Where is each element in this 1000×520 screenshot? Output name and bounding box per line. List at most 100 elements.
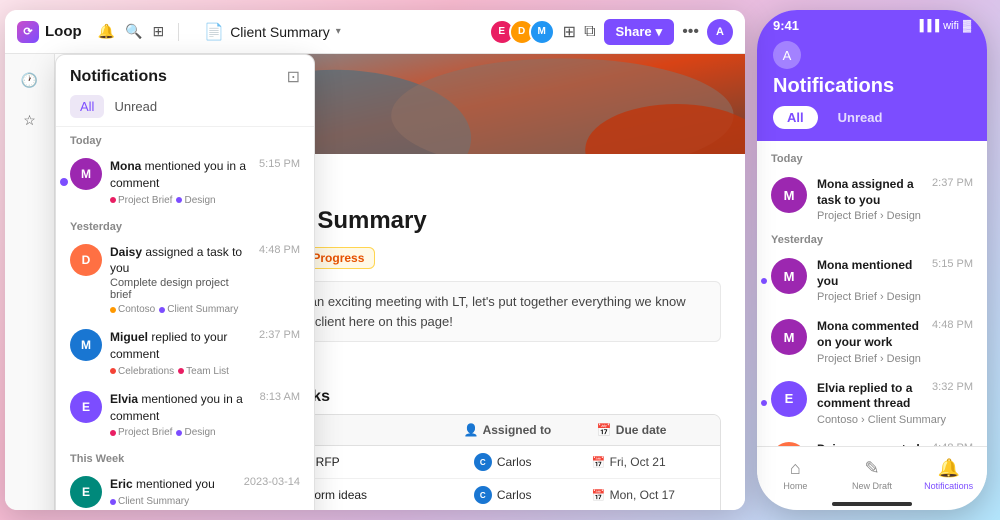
phone-av-elvia: E xyxy=(771,381,807,417)
phone-av-mona: M xyxy=(771,177,807,213)
notif-tag-teamlist: Team List xyxy=(178,366,229,377)
notif-avatar-miguel: M xyxy=(70,329,102,361)
phone-notif-text-daisy: Daisy commented on your work xyxy=(817,442,928,446)
notif-text-elvia: Elvia mentioned you in a comment xyxy=(110,391,252,425)
task-due-1: 📅 Mon, Oct 17 xyxy=(592,488,710,502)
cal-icon-1: 📅 xyxy=(592,489,606,502)
phone-av-daisy: D xyxy=(771,442,807,446)
notif-body-mona: Mona mentioned you in a comment Project … xyxy=(110,158,251,206)
task-row-0[interactable]: Fill out RFP C Carlos 📅 Fri, Oct 21 xyxy=(245,446,720,479)
assignee-name-1: Carlos xyxy=(497,488,532,502)
sidebar: 🕐 ☆ xyxy=(5,54,55,510)
phone-av-mona2: M xyxy=(771,258,807,294)
tag-dot-6 xyxy=(178,368,184,374)
tag-dot-8 xyxy=(176,430,182,436)
app-logo[interactable]: ⟳ Loop xyxy=(17,21,82,43)
notif-time-eric: 2023-03-14 xyxy=(244,476,300,488)
notif-avatar-elvia: E xyxy=(70,391,102,423)
phone-header: A Notifications All Unread xyxy=(757,33,987,141)
notif-item-mona-today[interactable]: M Mona mentioned you in a comment Projec… xyxy=(56,151,314,213)
phone-notif-body-daisy: Daisy commented on your work 4:48 PM Pro… xyxy=(817,442,973,446)
phone-section-today: Today xyxy=(757,149,987,169)
notifications-nav-label: Notifications xyxy=(924,481,973,491)
phone-notif-daisy[interactable]: D Daisy commented on your work 4:48 PM P… xyxy=(757,434,987,446)
th-due: 📅 Due date xyxy=(587,415,720,445)
notif-item-miguel[interactable]: M Miguel replied to your comment Celebra… xyxy=(56,322,314,384)
phone-notif-body-mona3: Mona commented on your work 4:48 PM Proj… xyxy=(817,319,973,364)
phone-tabs: All Unread xyxy=(773,106,971,129)
task-row-1[interactable]: Brainstorm ideas C Carlos 📅 Mon, Oct 17 xyxy=(245,479,720,510)
sidebar-icon-recent[interactable]: 🕐 xyxy=(12,62,48,98)
notifications-nav-icon: 🔔 xyxy=(937,458,959,479)
grid-icon[interactable]: ⊞ xyxy=(153,23,165,40)
view-options-icon[interactable]: ⊞ xyxy=(563,22,576,42)
phone-notif-time-daisy: 4:48 PM xyxy=(932,442,973,446)
phone-notif-row-elvia: Elvia replied to a comment thread 3:32 P… xyxy=(817,381,973,412)
phone-notif-time-mona2: 5:15 PM xyxy=(932,258,973,270)
avatar-3: M xyxy=(529,19,555,45)
notif-tag-projbrief: Project Brief xyxy=(110,427,172,438)
phone-notif-text-mona2: Mona mentioned you xyxy=(817,258,928,289)
notif-body-daisy: Daisy assigned a task to you Complete de… xyxy=(110,244,251,316)
task-assigned-1: C Carlos xyxy=(474,486,592,504)
doc-title-area[interactable]: 📄 Client Summary ▾ xyxy=(193,21,352,43)
phone-notif-row-mona: Mona assigned a task to you 2:37 PM xyxy=(817,177,973,208)
more-options-icon[interactable]: ••• xyxy=(682,23,699,41)
notif-item-eric[interactable]: E Eric mentioned you Client Summary 2023… xyxy=(56,469,314,510)
tag-dot xyxy=(110,197,116,203)
phone-user-avatar: A xyxy=(773,41,801,69)
tag-dot-7 xyxy=(110,430,116,436)
sidebar-icon-star[interactable]: ☆ xyxy=(12,102,48,138)
mobile-phone: 9:41 ▐▐▐ wifi ▓ A Notifications All Unre… xyxy=(757,10,987,510)
chevron-down-icon: ▾ xyxy=(336,26,341,37)
search-icon[interactable]: 🔍 xyxy=(125,23,142,40)
notif-item-elvia[interactable]: E Elvia mentioned you in a comment Proje… xyxy=(56,384,314,446)
share-button[interactable]: Share ▾ xyxy=(604,19,675,45)
notif-text-eric: Eric mentioned you xyxy=(110,476,236,493)
notif-tag-celebrations: Celebrations xyxy=(110,366,174,377)
notif-close-button[interactable]: ⊡ xyxy=(287,67,300,87)
task-table-header: ≡ Task 👤 Assigned to 📅 Due date xyxy=(245,415,720,446)
notif-meta-miguel: Celebrations Team List xyxy=(110,366,251,377)
phone-tab-all[interactable]: All xyxy=(773,106,818,129)
doc-title-text: Client Summary xyxy=(230,24,330,40)
notif-text-mona: Mona mentioned you in a comment xyxy=(110,158,251,192)
phone-nav-home[interactable]: ⌂ Home xyxy=(757,458,834,491)
desktop-app: ⟳ Loop 🔔 🔍 ⊞ 📄 Client Summary ▾ E D M xyxy=(5,10,745,510)
home-nav-label: Home xyxy=(783,481,807,491)
notif-section-yesterday: Yesterday xyxy=(56,213,314,237)
notif-tag-design2: Design xyxy=(176,427,215,438)
doc-target-icon: 🎯 xyxy=(244,170,721,203)
phone-nav-draft[interactable]: ✎ New Draft xyxy=(834,458,911,491)
user-avatar[interactable]: A xyxy=(707,19,733,45)
phone-home-indicator xyxy=(832,502,912,506)
notif-avatar-mona: M xyxy=(70,158,102,190)
phone-notif-body-mona2: Mona mentioned you 5:15 PM Project Brief… xyxy=(817,258,973,303)
notif-time-mona: 5:15 PM xyxy=(259,158,300,170)
duplicate-icon[interactable]: ⧉ xyxy=(584,23,595,41)
tag-dot-5 xyxy=(110,368,116,374)
phone-notif-time-elvia: 3:32 PM xyxy=(932,381,973,393)
phone-notif-elvia[interactable]: E Elvia replied to a comment thread 3:32… xyxy=(757,373,987,434)
tag-dot-2 xyxy=(176,197,182,203)
notif-meta-daisy: Contoso Client Summary xyxy=(110,304,251,315)
th-assigned: 👤 Assigned to xyxy=(454,415,587,445)
notif-sub-daisy: Complete design project brief xyxy=(110,277,251,301)
phone-notif-mona-today[interactable]: M Mona assigned a task to you 2:37 PM Pr… xyxy=(757,169,987,230)
notif-tab-unread[interactable]: Unread xyxy=(104,95,167,118)
notif-body-eric: Eric mentioned you Client Summary xyxy=(110,476,236,507)
phone-tab-unread[interactable]: Unread xyxy=(824,106,897,129)
notif-tag-clientsum: Client Summary xyxy=(110,496,189,507)
tag-dot-3 xyxy=(110,307,116,313)
notif-tag-project: Project Brief xyxy=(110,195,172,206)
notif-time-daisy: 4:48 PM xyxy=(259,244,300,256)
app-logo-icon: ⟳ xyxy=(17,21,39,43)
phone-notif-body-elvia: Elvia replied to a comment thread 3:32 P… xyxy=(817,381,973,426)
phone-notif-mona-comment[interactable]: M Mona commented on your work 4:48 PM Pr… xyxy=(757,311,987,372)
bell-icon[interactable]: 🔔 xyxy=(98,23,115,40)
unread-dot xyxy=(60,178,68,186)
phone-notif-mona-mentioned[interactable]: M Mona mentioned you 5:15 PM Project Bri… xyxy=(757,250,987,311)
phone-nav-notifications[interactable]: 🔔 Notifications xyxy=(910,458,987,491)
notif-item-daisy[interactable]: D Daisy assigned a task to you Complete … xyxy=(56,237,314,323)
notif-tab-all[interactable]: All xyxy=(70,95,104,118)
